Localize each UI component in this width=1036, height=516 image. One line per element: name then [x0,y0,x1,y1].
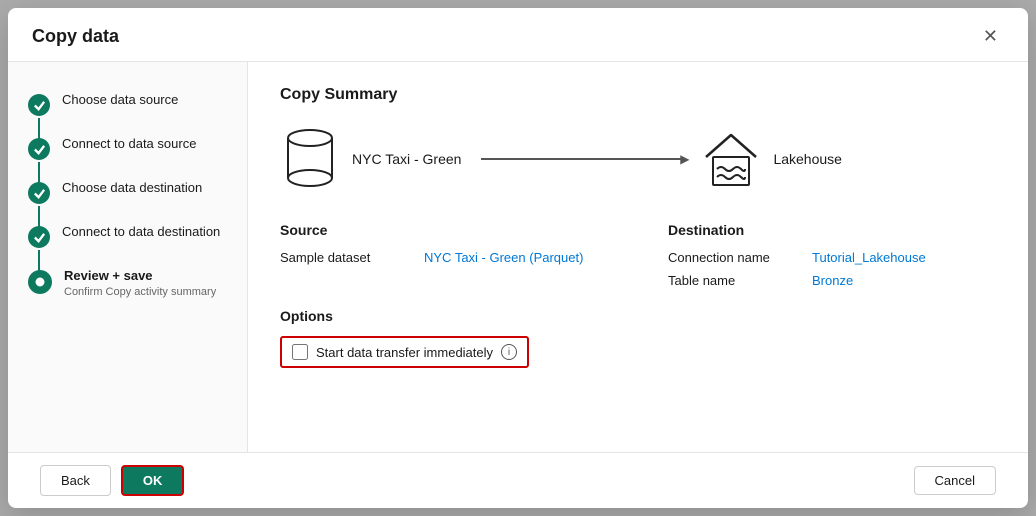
source-cylinder-icon [280,124,340,194]
close-button[interactable]: ✕ [977,24,1004,49]
info-section-row: Source Sample dataset NYC Taxi - Green (… [280,222,996,288]
step-connect-source: Connect to data source [8,126,247,170]
step-check-icon-3 [28,182,50,204]
step-check-icon-1 [28,94,50,116]
source-label: NYC Taxi - Green [352,151,461,167]
source-info-table: Sample dataset NYC Taxi - Green (Parquet… [280,250,608,265]
source-section-title: Source [280,222,608,238]
start-transfer-label: Start data transfer immediately [316,345,493,360]
step-check-icon-2 [28,138,50,160]
sidebar: Choose data source Connect to data sourc… [8,62,248,452]
options-title: Options [280,308,996,324]
dest-lakehouse-icon [701,127,761,192]
copy-summary-title: Copy Summary [280,86,996,104]
source-value-1: NYC Taxi - Green (Parquet) [424,250,583,265]
source-info: Source Sample dataset NYC Taxi - Green (… [280,222,608,288]
step-1-label: Choose data source [62,92,178,107]
dest-info-table: Connection name Tutorial_Lakehouse Table… [668,250,996,288]
step-choose-source: Choose data source [8,82,247,126]
cancel-button[interactable]: Cancel [914,466,996,495]
dest-info-row-1: Connection name Tutorial_Lakehouse [668,250,996,265]
step-choose-destination: Choose data destination [8,170,247,214]
source-info-row-1: Sample dataset NYC Taxi - Green (Parquet… [280,250,608,265]
step-5-sublabel: Confirm Copy activity summary [64,285,216,300]
start-transfer-option[interactable]: Start data transfer immediately i [280,336,529,368]
flow-arrow [481,158,681,160]
destination-info: Destination Connection name Tutorial_Lak… [668,222,996,288]
dest-info-row-2: Table name Bronze [668,273,996,288]
step-active-icon-5 [28,270,52,294]
options-section: Options Start data transfer immediately … [280,308,996,368]
step-5-label: Review + save [64,268,216,283]
back-button[interactable]: Back [40,465,111,496]
step-4-label: Connect to data destination [62,224,220,239]
dest-label: Lakehouse [773,151,842,167]
dest-key-2: Table name [668,273,788,288]
modal-footer: Back OK Cancel [8,452,1028,508]
copy-data-modal: Copy data ✕ Choose data source [8,8,1028,508]
step-connect-destination: Connect to data destination [8,214,247,258]
source-key-1: Sample dataset [280,250,400,265]
start-transfer-checkbox[interactable] [292,344,308,360]
dest-section-title: Destination [668,222,996,238]
info-tooltip-icon[interactable]: i [501,344,517,360]
modal-header: Copy data ✕ [8,8,1028,62]
dest-value-2: Bronze [812,273,853,288]
step-3-label: Choose data destination [62,180,202,195]
ok-button[interactable]: OK [121,465,185,496]
step-review-save: Review + save Confirm Copy activity summ… [8,258,247,304]
step-check-icon-4 [28,226,50,248]
dest-value-1: Tutorial_Lakehouse [812,250,926,265]
step-2-label: Connect to data source [62,136,196,151]
copy-diagram: NYC Taxi - Green Lakehouse [280,124,996,194]
modal-title: Copy data [32,26,119,47]
modal-body: Choose data source Connect to data sourc… [8,62,1028,452]
footer-left-buttons: Back OK [40,465,184,496]
dest-key-1: Connection name [668,250,788,265]
main-content: Copy Summary NYC Taxi - Green [248,62,1028,452]
